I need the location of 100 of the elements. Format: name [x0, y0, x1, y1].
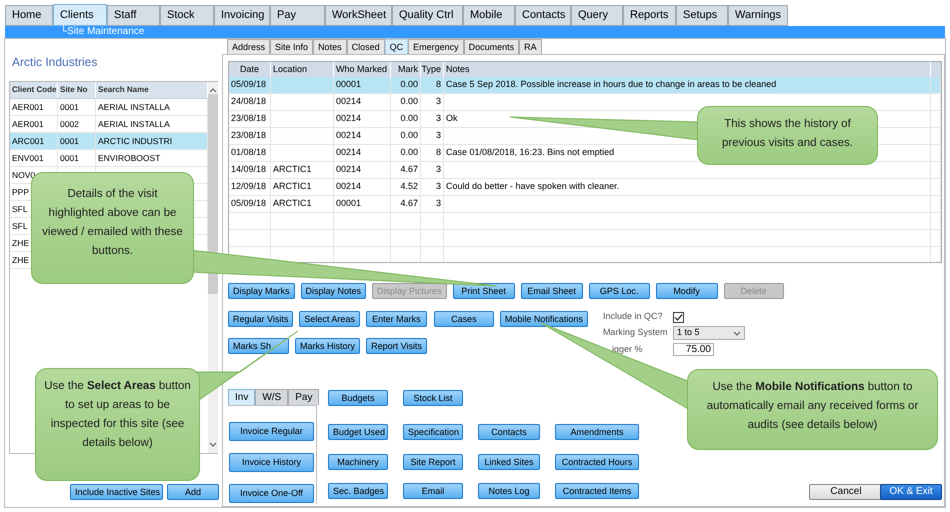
tab[interactable]: Closed [346, 39, 385, 54]
scroll-up-icon[interactable] [209, 87, 217, 93]
table-cell-text: 8 [436, 146, 441, 160]
button[interactable]: Amendments [555, 424, 639, 440]
tab[interactable]: W/S [255, 389, 288, 405]
table-cell-text: 4.67 [400, 163, 418, 176]
button[interactable]: Stock List [403, 390, 463, 406]
button[interactable]: Email [403, 483, 463, 499]
button[interactable]: OK & Exit [880, 484, 942, 500]
scroll-down-icon[interactable] [209, 442, 217, 448]
client-title: Arctic Industries [12, 54, 98, 71]
button[interactable]: Specification [403, 424, 463, 440]
button[interactable]: Print Sheet [452, 283, 515, 299]
table-row[interactable]: ENV001 0001 ENVIROBOOST [10, 150, 208, 167]
button[interactable]: Regular Visits [228, 311, 294, 327]
table-row[interactable]: 05/09/18 00001 0.00 8 Case 5 Sep 2018. Possible increase in hours due to change in areas to be cleaned [229, 77, 941, 94]
menu-tab[interactable]: Mobile [463, 5, 515, 26]
button[interactable]: Include Inactive Sites [70, 484, 163, 500]
table-row[interactable]: 14/09/18 ARCTIC1 00214 4.67 3 [229, 162, 941, 179]
button[interactable]: Modify [656, 283, 718, 299]
table-cell-text: 3 [436, 197, 441, 210]
tab[interactable]: Notes [313, 39, 347, 54]
menu-tab[interactable]: Contacts [515, 5, 571, 26]
button[interactable]: Marks History [295, 338, 360, 354]
table-cell: PPP [12, 186, 30, 198]
tab[interactable]: Pay [288, 389, 320, 405]
dropdown[interactable]: 1 to 5 [672, 326, 745, 340]
button[interactable]: Notes Log [478, 483, 540, 499]
field-label: Include in QC? [602, 310, 664, 324]
tab[interactable]: Site Info [270, 39, 314, 54]
callout-tooltip: Use the Select Areas button to set up areas to be inspected for this site (see details below) [35, 368, 200, 481]
table-cell-text: 00214 [336, 129, 362, 142]
tab[interactable]: Documents [464, 39, 520, 54]
button[interactable]: Site Report [403, 454, 463, 470]
table-cell-text: 4.67 [400, 197, 418, 210]
table-cell-text: Could do better - have spoken with cleaner. [446, 180, 620, 194]
table-cell-text: Case 01/08/2018, 16:23. Bins not emptied [446, 146, 614, 160]
button[interactable]: Sec. Badges [328, 483, 388, 499]
table-cell-text: ARCTIC1 [273, 197, 312, 210]
button[interactable]: Budgets [328, 390, 388, 406]
menu-tab[interactable]: Quality Ctrl [392, 5, 463, 26]
button[interactable]: Enter Marks [366, 311, 427, 327]
button[interactable]: Mobile Notifications [500, 311, 588, 327]
table-cell-text: 14/09/18 [231, 163, 266, 176]
table-cell: ENVIROBOOST [98, 152, 160, 164]
button[interactable]: Cases [434, 311, 494, 327]
button[interactable]: Cancel [809, 484, 883, 500]
table-row[interactable]: 24/08/18 00214 0.00 3 [229, 94, 941, 111]
button[interactable]: Invoice History [229, 453, 314, 472]
button[interactable]: Contracted Hours [555, 454, 639, 470]
button[interactable]: Select Areas [299, 311, 360, 327]
table-row[interactable]: AER001 0001 AERIAL INSTALLA [10, 99, 208, 116]
input-field[interactable]: 75.00 [672, 343, 714, 356]
menu-tab[interactable]: WorkSheet [325, 5, 392, 26]
tab[interactable]: Address [227, 39, 270, 54]
table-cell-text: 00214 [336, 146, 362, 160]
table-cell: ZHE [12, 254, 29, 266]
table-row[interactable]: ARC001 0001 ARCTIC INDUSTRI [10, 133, 208, 150]
table-cell-text: 3 [436, 112, 441, 126]
button[interactable]: Invoice One-Off [229, 484, 314, 503]
tab[interactable]: QC [384, 39, 408, 54]
button[interactable]: Add [167, 484, 219, 500]
table-cell-text: 0.00 [400, 146, 418, 160]
menu-tab[interactable]: Staff [107, 5, 160, 26]
button[interactable]: Invoice Regular [229, 422, 314, 441]
table-row[interactable]: 12/09/18 ARCTIC1 00214 4.52 3 Could do better - have spoken with cleaner. [229, 179, 941, 196]
table-cell-text: Case 5 Sep 2018. Possible increase in hours due to change in areas to be cleaned [446, 78, 776, 92]
menu-tab[interactable]: Invoicing [214, 5, 270, 26]
table-cell-text: 01/08/18 [231, 146, 266, 160]
menu-tab[interactable]: Pay [270, 5, 325, 26]
button[interactable]: Linked Sites [478, 454, 540, 470]
button[interactable]: Contracted Items [555, 483, 639, 499]
button[interactable]: GPS Loc. [588, 283, 650, 299]
menu-tab[interactable]: Stock [160, 5, 214, 26]
menu-tab[interactable]: Reports [623, 5, 676, 26]
button[interactable]: Report Visits [366, 338, 428, 354]
button[interactable]: Budget Used [328, 424, 388, 440]
menu-tab[interactable]: Setups [676, 5, 728, 26]
menu-tab[interactable]: Warnings [728, 5, 788, 26]
table-cell-text: 3 [436, 163, 441, 176]
button[interactable]: Contacts [478, 424, 540, 440]
table-row[interactable]: 05/09/18 ARCTIC1 00001 4.67 3 [229, 196, 941, 213]
menu-tab[interactable]: Clients [53, 4, 107, 26]
tab[interactable]: Inv [228, 389, 256, 405]
table-cell-text: ARCTIC1 [273, 163, 312, 176]
button[interactable]: Machinery [328, 454, 388, 470]
table-cell-text: 23/08/18 [231, 129, 266, 142]
button[interactable]: Display Notes [300, 283, 366, 299]
table-row[interactable]: AER001 0002 AERIAL INSTALLA [10, 116, 208, 133]
column-header[interactable]: Site No [58, 82, 96, 98]
table-cell-text: 0.00 [400, 95, 418, 108]
button[interactable]: Display Marks [228, 283, 295, 299]
button[interactable]: Email Sheet [520, 283, 583, 299]
tab[interactable]: Emergency [408, 39, 464, 54]
checkbox[interactable] [672, 312, 684, 322]
column-header[interactable]: Client Code [10, 82, 58, 98]
menu-tab[interactable]: Query [571, 5, 623, 26]
menu-tab[interactable]: Home [5, 5, 53, 26]
tab[interactable]: RA [519, 39, 542, 54]
button[interactable]: Marks Sh [228, 338, 289, 354]
